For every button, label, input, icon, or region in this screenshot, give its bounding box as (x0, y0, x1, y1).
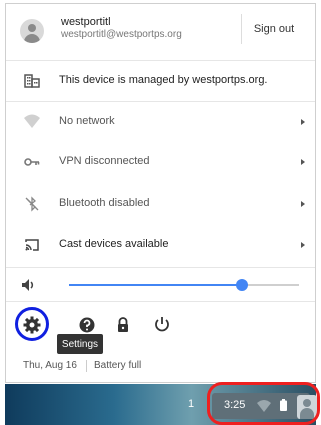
battery-status-label: Battery full (94, 360, 142, 371)
divider (86, 360, 87, 372)
user-avatar (20, 19, 44, 43)
network-row[interactable]: No network (6, 102, 315, 142)
user-card: westportitl westportitl@westportps.org S… (6, 4, 315, 60)
bluetooth-disabled-icon (25, 196, 39, 212)
volume-slider-knob[interactable] (235, 279, 248, 291)
lock-icon[interactable] (113, 315, 133, 335)
chevron-right-icon (301, 159, 305, 165)
divider (6, 267, 315, 268)
settings-tooltip: Settings (57, 334, 103, 354)
volume-slider[interactable] (69, 279, 299, 291)
sign-out-button[interactable]: Sign out (241, 14, 306, 44)
vpn-row[interactable]: VPN disconnected (6, 142, 315, 182)
cast-label: Cast devices available (59, 238, 169, 250)
managed-building-icon (24, 74, 40, 88)
cast-icon (25, 239, 39, 251)
managed-device-label: This device is managed by westportps.org… (59, 74, 268, 86)
volume-icon[interactable] (20, 277, 36, 293)
wifi-icon (24, 114, 40, 128)
chevron-right-icon (301, 242, 305, 248)
user-email: westportitl@westportps.org (61, 29, 182, 40)
network-label: No network (59, 115, 115, 127)
bluetooth-row[interactable]: Bluetooth disabled (6, 184, 315, 224)
help-icon[interactable] (77, 315, 97, 335)
power-icon[interactable] (152, 315, 172, 335)
system-tray-menu: westportitl westportitl@westportps.org S… (5, 3, 316, 383)
vpn-label: VPN disconnected (59, 155, 150, 167)
settings-highlight-circle (15, 307, 49, 341)
volume-slider-fill (69, 284, 242, 286)
cast-row[interactable]: Cast devices available (6, 225, 315, 265)
vpn-key-icon (24, 158, 40, 166)
chevron-right-icon (301, 201, 305, 207)
notification-count[interactable]: 1 (188, 398, 194, 410)
bluetooth-label: Bluetooth disabled (59, 197, 150, 209)
date-label[interactable]: Thu, Aug 16 (23, 360, 77, 371)
divider (6, 301, 315, 302)
managed-device-row[interactable]: This device is managed by westportps.org… (6, 61, 315, 101)
chevron-right-icon (301, 119, 305, 125)
status-area-highlight (207, 382, 320, 425)
user-name: westportitl (61, 16, 111, 28)
